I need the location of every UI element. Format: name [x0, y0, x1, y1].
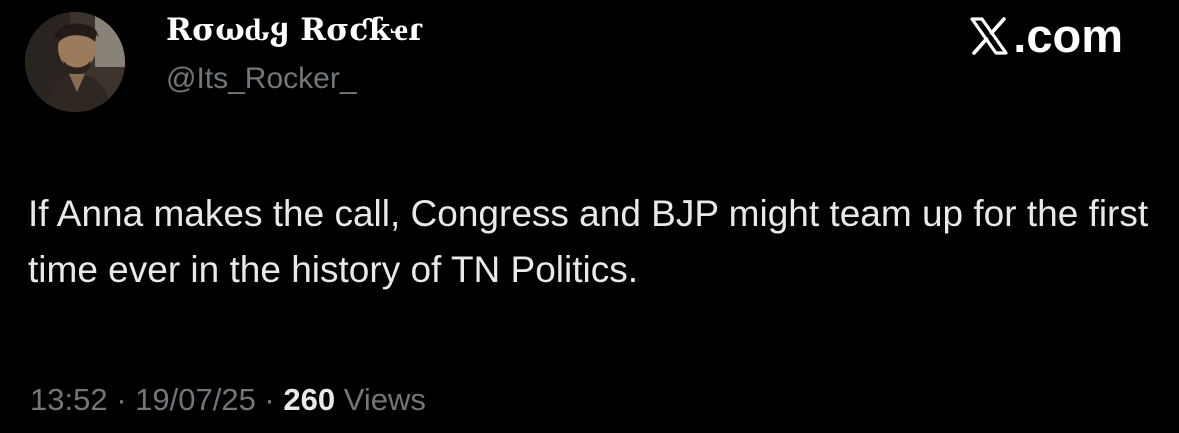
user-handle[interactable]: @Its_Rocker_: [166, 62, 357, 96]
brand-domain: .com: [1013, 9, 1123, 62]
tweet-date[interactable]: 19/07/25: [135, 382, 256, 417]
views-label: Views: [335, 382, 426, 417]
profile-photo-icon: [25, 12, 125, 112]
display-name[interactable]: Rσωԃყ Rσƈƙҽɾ: [166, 12, 422, 48]
views-count[interactable]: 260: [283, 382, 335, 417]
tweet-meta: 13:52 · 19/07/25 · 260 Views: [30, 382, 426, 418]
tweet-card: Rσωԃყ Rσƈƙҽɾ @Its_Rocker_ .com If Anna m…: [0, 0, 1179, 433]
meta-separator: ·: [107, 382, 136, 417]
x-com-watermark: .com: [969, 8, 1123, 63]
avatar[interactable]: [25, 12, 125, 112]
tweet-text: If Anna makes the call, Congress and BJP…: [28, 193, 1149, 290]
tweet-time[interactable]: 13:52: [30, 382, 108, 417]
meta-separator: ·: [255, 382, 284, 417]
x-logo-icon: [969, 16, 1009, 56]
